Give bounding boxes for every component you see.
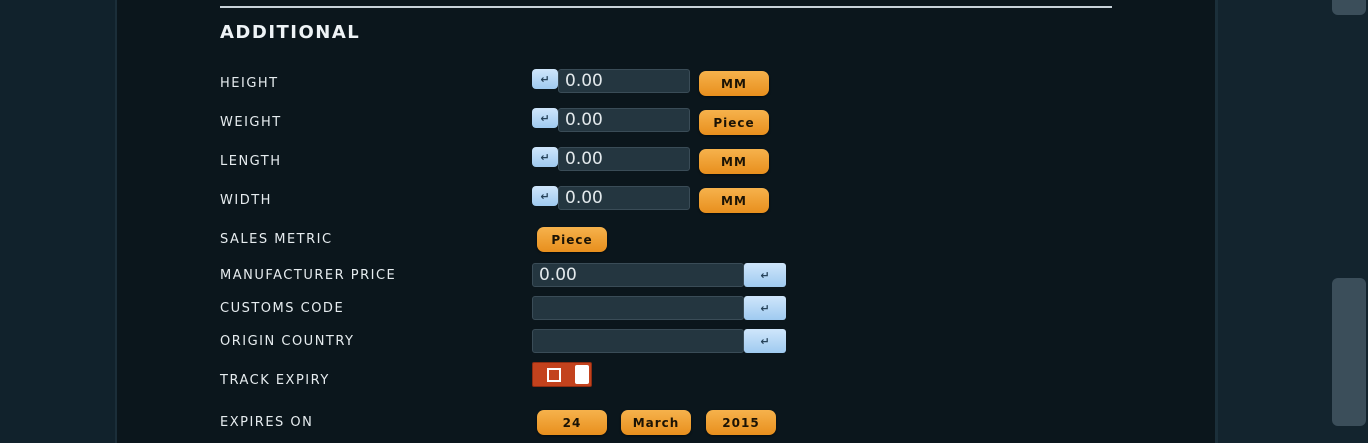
enter-icon: ↵ [540,111,550,125]
sales-metric-label: SALES METRIC [220,232,333,247]
width-label: WIDTH [220,193,272,208]
weight-label: WEIGHT [220,115,282,130]
length-input[interactable]: 0.00 [558,147,690,171]
width-input[interactable]: 0.00 [558,186,690,210]
height-input[interactable]: 0.00 [558,69,690,93]
height-label: HEIGHT [220,76,279,91]
enter-icon: ↵ [540,189,550,203]
origin-country-input[interactable] [532,329,744,353]
width-enter-button[interactable]: ↵ [532,186,558,206]
weight-unit-button[interactable]: Piece [699,110,769,135]
origin-country-label: ORIGIN COUNTRY [220,334,355,349]
weight-input[interactable]: 0.00 [558,108,690,132]
width-unit-button[interactable]: MM [699,188,769,213]
enter-icon: ↵ [760,301,770,315]
toggle-knob[interactable] [575,365,589,384]
origin-country-enter-button[interactable]: ↵ [744,329,786,353]
manufacturer-price-enter-button[interactable]: ↵ [744,263,786,287]
enter-icon: ↵ [540,72,550,86]
expiry-day-button[interactable]: 24 [537,410,607,435]
toggle-off-indicator [547,368,561,382]
left-gutter [0,0,117,443]
height-unit-button[interactable]: MM [699,71,769,96]
scrollbar-thumb[interactable] [1332,278,1366,426]
enter-icon: ↵ [760,268,770,282]
track-expiry-label: TRACK EXPIRY [220,373,330,388]
manufacturer-price-label: MANUFACTURER PRICE [220,268,397,283]
scrollbar-top-cap[interactable] [1332,0,1366,15]
manufacturer-price-input[interactable]: 0.00 [532,263,744,287]
length-label: LENGTH [220,154,282,169]
customs-code-input[interactable] [532,296,744,320]
track-expiry-toggle[interactable] [532,362,592,387]
length-enter-button[interactable]: ↵ [532,147,558,167]
section-divider [220,6,1112,8]
customs-code-label: CUSTOMS CODE [220,301,345,316]
sales-metric-button[interactable]: Piece [537,227,607,252]
enter-icon: ↵ [760,334,770,348]
expiry-year-button[interactable]: 2015 [706,410,776,435]
enter-icon: ↵ [540,150,550,164]
section-title: ADDITIONAL [220,22,361,43]
weight-enter-button[interactable]: ↵ [532,108,558,128]
expiry-month-button[interactable]: March [621,410,691,435]
expires-on-label: EXPIRES ON [220,415,314,430]
height-enter-button[interactable]: ↵ [532,69,558,89]
customs-code-enter-button[interactable]: ↵ [744,296,786,320]
length-unit-button[interactable]: MM [699,149,769,174]
